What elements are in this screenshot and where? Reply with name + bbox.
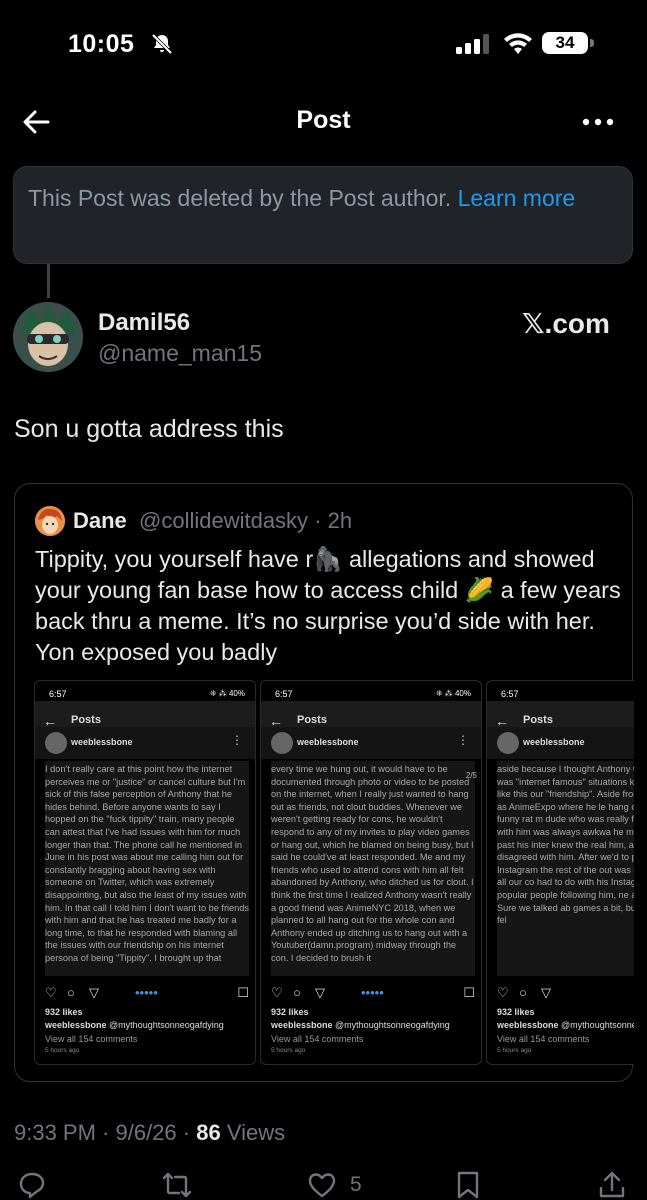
shot-username: weeblessbone <box>523 737 585 747</box>
quote-avatar <box>35 506 65 536</box>
shot-likes: 932 likes <box>271 1007 309 1017</box>
shot-body-text: aside because I thought Anthony was beca… <box>497 761 634 976</box>
quote-text: Tippity, you yourself have r🦍 allegation… <box>35 546 621 665</box>
quote-author-handle: @collidewitdasky · 2h <box>139 508 352 534</box>
media-image[interactable]: 6:57 ← Posts weeblessbone aside because … <box>486 680 634 1065</box>
shot-body-text: I don't really care at this point how th… <box>45 761 249 976</box>
shot-save-icon: ☐ <box>237 985 249 1000</box>
shot-actions: ♡ ○ ▽ <box>497 985 634 1003</box>
author-display-name[interactable]: Damil56 <box>98 309 190 337</box>
shot-caption: weeblessbone @mythoughtsonneogafdying <box>271 1020 450 1030</box>
shot-ago: 5 hours ago <box>497 1047 532 1054</box>
shot-caption-text: @mythoughtsonneogafdying <box>335 1020 450 1030</box>
shot-send-icon: ▽ <box>541 985 551 1000</box>
shot-status: ⁜ ⁂ 40% <box>435 689 471 698</box>
shot-comments: View all 154 comments <box>497 1034 590 1044</box>
shot-caption-text: @mythoughtsonneogafdying <box>109 1020 224 1030</box>
share-icon[interactable] <box>598 1171 626 1199</box>
media-image[interactable]: 6:57 ⁜ ⁂ 40% ← Posts weeblessbone ⋮ I do… <box>34 680 256 1065</box>
shot-nav-title: Posts <box>523 714 553 726</box>
avatar[interactable] <box>13 302 83 372</box>
like-icon[interactable] <box>308 1171 336 1199</box>
shot-ago: 5 hours ago <box>271 1047 306 1054</box>
shot-nav-title: Posts <box>71 714 101 726</box>
quote-author-name: Dane <box>73 508 127 533</box>
shot-send-icon: ▽ <box>89 985 99 1000</box>
shot-avatar <box>497 732 519 754</box>
quote-age: · 2h <box>314 508 353 533</box>
media-image[interactable]: 6:57 ⁜ ⁂ 40% ← Posts weeblessbone ⋮ ever… <box>260 680 482 1065</box>
shot-user-row: weeblessbone ⋮ <box>35 727 255 759</box>
post-text: Son u gotta address this <box>14 415 284 443</box>
source-label: 𝕏.com <box>522 308 610 339</box>
battery-tip <box>590 39 594 47</box>
post-meta: 9:33 PM · 9/6/26 · 86 Views <box>14 1120 286 1145</box>
quote-media-carousel[interactable]: 6:57 ⁜ ⁂ 40% ← Posts weeblessbone ⋮ I do… <box>34 680 634 1065</box>
shot-more-icon: ⋮ <box>457 733 469 747</box>
shot-caption-user: weeblessbone <box>271 1020 333 1030</box>
views-count: 86 <box>196 1120 221 1145</box>
status-bar: 10:05 34 <box>0 0 647 90</box>
shot-avatar <box>271 732 293 754</box>
views-label: Views <box>226 1120 286 1145</box>
deleted-notice-text: This Post was deleted by the Post author… <box>28 185 458 211</box>
quote-handle-text: @collidewitdasky <box>139 508 309 533</box>
shot-pager-icon: ••••• <box>135 985 158 1000</box>
bookmark-icon[interactable] <box>454 1171 482 1199</box>
quoted-post[interactable]: Dane @collidewitdasky · 2h Tippity, you … <box>14 483 634 1082</box>
battery-indicator: 34 <box>542 32 588 54</box>
shot-username: weeblessbone <box>297 737 359 747</box>
shot-heart-icon: ♡ <box>497 985 509 1000</box>
shot-comments: View all 154 comments <box>271 1034 364 1044</box>
shot-more-icon: ⋮ <box>231 733 243 747</box>
shot-heart-icon: ♡ <box>271 985 283 1000</box>
shot-caption-text: @mythoughtsonneogafdying <box>561 1020 634 1030</box>
post-date: 9/6/26 <box>115 1120 177 1145</box>
signal-icon <box>456 34 489 54</box>
shot-nav-title: Posts <box>297 714 327 726</box>
like-count: 5 <box>350 1173 362 1196</box>
shot-time: 6:57 <box>501 689 519 699</box>
shot-pager-icon: ••••• <box>361 985 384 1000</box>
bell-slash-icon <box>151 33 173 55</box>
shot-caption: weeblessbone @mythoughtsonneogafdying <box>497 1020 634 1030</box>
page-title: Post <box>296 106 351 134</box>
shot-comment-icon: ○ <box>519 985 527 1000</box>
more-icon[interactable] <box>580 110 616 134</box>
shot-comments: View all 154 comments <box>45 1034 138 1044</box>
status-time: 10:05 <box>68 30 135 58</box>
shot-heart-icon: ♡ <box>45 985 57 1000</box>
thread-line <box>47 264 50 298</box>
learn-more-link[interactable]: Learn more <box>458 185 576 211</box>
shot-time: 6:57 <box>275 689 293 699</box>
author-handle[interactable]: @name_man15 <box>98 340 262 367</box>
shot-caption-user: weeblessbone <box>497 1020 559 1030</box>
shot-likes: 932 likes <box>497 1007 535 1017</box>
shot-caption-user: weeblessbone <box>45 1020 107 1030</box>
shot-comment-icon: ○ <box>67 985 75 1000</box>
shot-likes: 932 likes <box>45 1007 83 1017</box>
reply-icon[interactable] <box>18 1171 46 1199</box>
post-time: 9:33 PM <box>14 1120 96 1145</box>
shot-page-indicator: 2/5 <box>465 771 477 780</box>
shot-caption: weeblessbone @mythoughtsonneogafdying <box>45 1020 224 1030</box>
shot-user-row: weeblessbone ⋮ <box>261 727 481 759</box>
shot-actions: ♡ ○ ▽ ••••• ☐ <box>45 985 249 1003</box>
shot-status: ⁜ ⁂ 40% <box>209 689 245 698</box>
shot-body-text: every time we hung out, it would have to… <box>271 761 475 976</box>
shot-save-icon: ☐ <box>463 985 475 1000</box>
shot-time: 6:57 <box>49 689 67 699</box>
shot-actions: ♡ ○ ▽ ••••• ☐ <box>271 985 475 1003</box>
shot-username: weeblessbone <box>71 737 133 747</box>
shot-avatar <box>45 732 67 754</box>
deleted-post-notice: This Post was deleted by the Post author… <box>13 166 633 264</box>
shot-comment-icon: ○ <box>293 985 301 1000</box>
wifi-icon <box>504 33 532 54</box>
action-bar: 5 <box>0 1165 647 1200</box>
shot-send-icon: ▽ <box>315 985 325 1000</box>
repost-icon[interactable] <box>163 1171 191 1199</box>
shot-ago: 5 hours ago <box>45 1047 80 1054</box>
shot-user-row: weeblessbone <box>487 727 634 759</box>
